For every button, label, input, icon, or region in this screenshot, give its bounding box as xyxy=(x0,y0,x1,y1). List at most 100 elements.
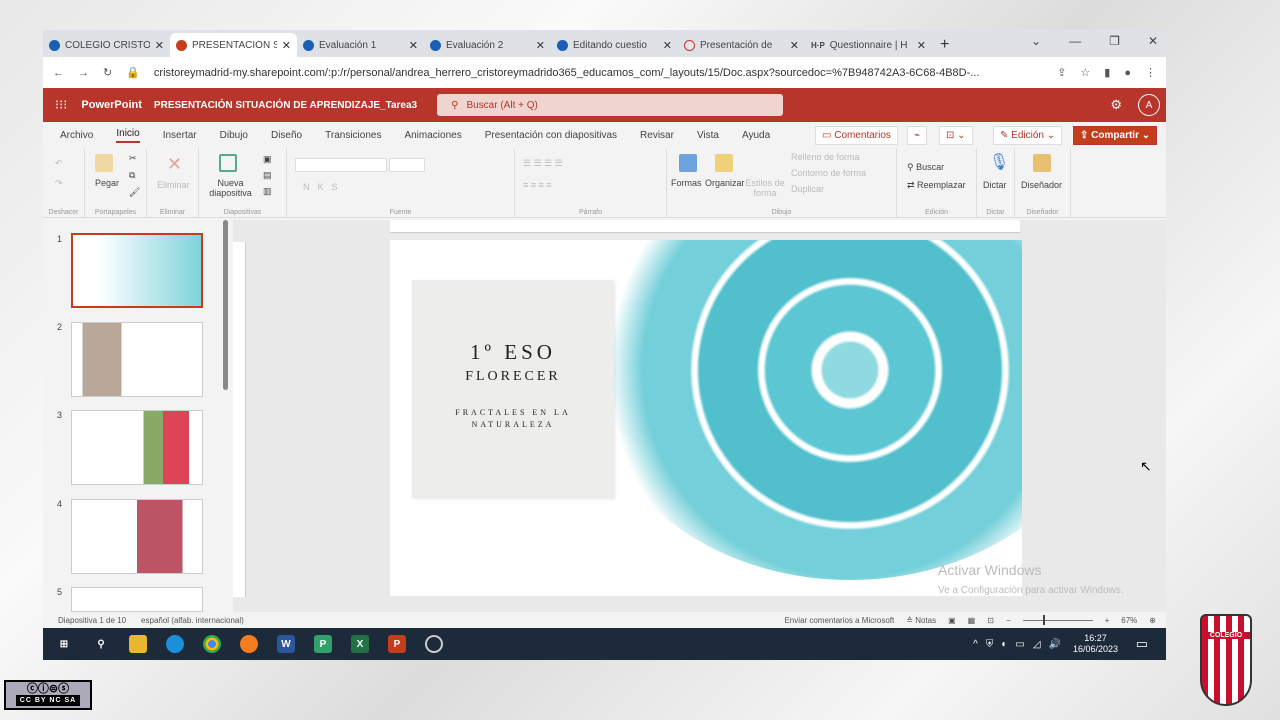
zoom-slider[interactable] xyxy=(1022,614,1093,625)
microphone-icon[interactable]: 🎙 xyxy=(989,152,1009,172)
replace-button[interactable]: ⇄ Reemplazar xyxy=(907,180,966,191)
tab-genially[interactable]: Presentación de ✕ xyxy=(678,33,805,57)
present-button[interactable]: ⊡ ⌄ xyxy=(939,126,973,145)
notifications-icon[interactable]: ▭ xyxy=(1136,636,1148,652)
slide-subtitle[interactable]: FLORECER xyxy=(412,369,614,385)
zoom-out-button[interactable]: − xyxy=(1006,616,1011,625)
zoom-in-button[interactable]: + xyxy=(1105,616,1110,625)
notes-button[interactable]: ≙ Notas xyxy=(906,616,936,625)
normal-view-icon[interactable]: ▣ xyxy=(948,616,956,625)
tab-evaluacion-2[interactable]: Evaluación 2 ✕ xyxy=(424,33,551,57)
close-icon[interactable]: ✕ xyxy=(409,39,418,52)
minimize-button[interactable]: — xyxy=(1069,34,1081,48)
font-name-select[interactable] xyxy=(295,158,387,172)
more-icon[interactable]: ⋮ xyxy=(1145,66,1156,79)
find-button[interactable]: ⚲ Buscar xyxy=(907,162,944,173)
undo-icon[interactable]: ↶ xyxy=(55,158,63,169)
tab-insertar[interactable]: Insertar xyxy=(163,130,197,141)
thumbnail-slide-5[interactable] xyxy=(71,587,203,612)
slide-title[interactable]: 1º ESO xyxy=(412,340,614,365)
forward-icon[interactable]: → xyxy=(78,67,89,79)
clock[interactable]: 16:27 16/06/2023 xyxy=(1073,633,1118,655)
sidepanel-icon[interactable]: ▮ xyxy=(1104,66,1110,79)
close-icon[interactable]: ✕ xyxy=(155,39,164,52)
tab-diseno[interactable]: Diseño xyxy=(271,130,302,141)
language-status[interactable]: español (alfab. internacional) xyxy=(141,616,244,625)
font-size-select[interactable] xyxy=(389,158,425,172)
restore-button[interactable]: ❐ xyxy=(1109,34,1120,48)
tab-questionnaire[interactable]: H·P Questionnaire | H ✕ xyxy=(805,33,932,57)
new-slide-icon[interactable] xyxy=(219,154,237,172)
tab-presentacion[interactable]: PRESENTACIÓN S ✕ xyxy=(170,33,297,57)
tab-search-icon[interactable]: ⌄ xyxy=(1031,34,1041,48)
thumbnails-scrollbar[interactable] xyxy=(223,220,228,390)
cut-icon[interactable]: ✂ xyxy=(129,153,137,164)
tab-evaluacion-1[interactable]: Evaluación 1 ✕ xyxy=(297,33,424,57)
file-explorer-icon[interactable] xyxy=(129,635,147,653)
new-slide-button[interactable]: Nueva diapositiva xyxy=(203,178,258,198)
gear-icon[interactable]: ⚙ xyxy=(1110,97,1122,113)
zoom-level[interactable]: 67% xyxy=(1121,616,1137,625)
firefox-icon[interactable] xyxy=(240,635,258,653)
tab-revisar[interactable]: Revisar xyxy=(640,130,674,141)
search-input[interactable]: ⚲ Buscar (Alt + Q) xyxy=(437,94,784,116)
tab-inicio[interactable]: Inicio xyxy=(116,128,140,143)
tab-transiciones[interactable]: Transiciones xyxy=(325,130,381,141)
reading-view-icon[interactable]: ⊡ xyxy=(987,616,994,625)
thumbnail-slide-1[interactable] xyxy=(71,233,203,308)
search-icon[interactable]: ⚲ xyxy=(92,635,110,653)
format-painter-icon[interactable]: 🖌 xyxy=(129,187,140,198)
shapes-icon[interactable] xyxy=(679,154,697,172)
tab-presentacion[interactable]: Presentación con diapositivas xyxy=(485,130,617,141)
profile-icon[interactable]: ● xyxy=(1124,67,1131,79)
thumbnail-slide-2[interactable] xyxy=(71,322,203,397)
arrange-icon[interactable] xyxy=(715,154,733,172)
tab-colegio[interactable]: COLEGIO CRISTO ✕ xyxy=(43,33,170,57)
paste-icon[interactable] xyxy=(95,154,113,172)
designer-icon[interactable] xyxy=(1033,154,1051,172)
share-icon[interactable]: ⇪ xyxy=(1057,66,1066,79)
url-field[interactable]: cristoreymadrid-my.sharepoint.com/:p:/r/… xyxy=(154,67,1043,79)
slide-canvas[interactable]: 1º ESO FLORECER FRACTALES EN LA NATURALE… xyxy=(390,240,1022,596)
section-icon[interactable]: ▥ xyxy=(263,186,272,197)
avatar[interactable]: A xyxy=(1138,94,1160,116)
excel-icon[interactable]: X xyxy=(351,635,369,653)
reset-icon[interactable]: ▤ xyxy=(263,170,272,181)
system-tray[interactable]: ^ ⛨ ◐ ▭ ◿ 🔊 xyxy=(973,639,1061,650)
windows-start-icon[interactable]: ⊞ xyxy=(55,635,73,653)
tab-vista[interactable]: Vista xyxy=(697,130,719,141)
close-icon[interactable]: ✕ xyxy=(282,39,291,52)
delete-icon[interactable]: ✕ xyxy=(167,154,182,175)
tab-dibujo[interactable]: Dibujo xyxy=(220,130,248,141)
comments-button[interactable]: ▭ Comentarios xyxy=(815,126,898,145)
powerpoint-icon[interactable]: P xyxy=(388,635,406,653)
share-button[interactable]: ⇪ Compartir ⌄ xyxy=(1073,126,1158,145)
chrome-icon[interactable] xyxy=(203,635,221,653)
back-icon[interactable]: ← xyxy=(53,67,64,79)
tab-archivo[interactable]: Archivo xyxy=(60,130,93,141)
tab-ayuda[interactable]: Ayuda xyxy=(742,130,770,141)
layout-icon[interactable]: ▣ xyxy=(263,154,272,165)
edge-icon[interactable] xyxy=(166,635,184,653)
word-icon[interactable]: W xyxy=(277,635,295,653)
feedback-link[interactable]: Enviar comentarios a Microsoft xyxy=(784,616,894,625)
app-launcher-icon[interactable]: ⁝⁝⁝ xyxy=(55,97,67,113)
thumbnail-slide-4[interactable] xyxy=(71,499,203,574)
editing-mode-button[interactable]: ✎ Edición ⌄ xyxy=(993,126,1063,145)
document-title[interactable]: PRESENTACIÓN SITUACIÓN DE APRENDIZAJE_Ta… xyxy=(154,100,417,111)
tab-editando[interactable]: Editando cuestio ✕ xyxy=(551,33,678,57)
bullets-icon[interactable]: ☰ ☰ ☰ ☰ xyxy=(523,158,563,169)
fit-slide-icon[interactable]: ⊕ xyxy=(1149,616,1156,625)
close-icon[interactable]: ✕ xyxy=(790,39,799,52)
catch-up-button[interactable]: ⌁ xyxy=(907,126,928,145)
tab-animaciones[interactable]: Animaciones xyxy=(404,130,461,141)
copy-icon[interactable]: ⧉ xyxy=(129,170,135,181)
screen-recorder-icon[interactable] xyxy=(425,635,443,653)
align-icon[interactable]: ≡ ≡ ≡ ≡ xyxy=(523,180,552,190)
close-icon[interactable]: ✕ xyxy=(536,39,545,52)
app-name[interactable]: PowerPoint xyxy=(81,99,142,111)
close-icon[interactable]: ✕ xyxy=(917,39,926,52)
publisher-icon[interactable]: P xyxy=(314,635,332,653)
slide-sorter-icon[interactable]: ▦ xyxy=(968,616,976,625)
thumbnail-slide-3[interactable] xyxy=(71,410,203,485)
